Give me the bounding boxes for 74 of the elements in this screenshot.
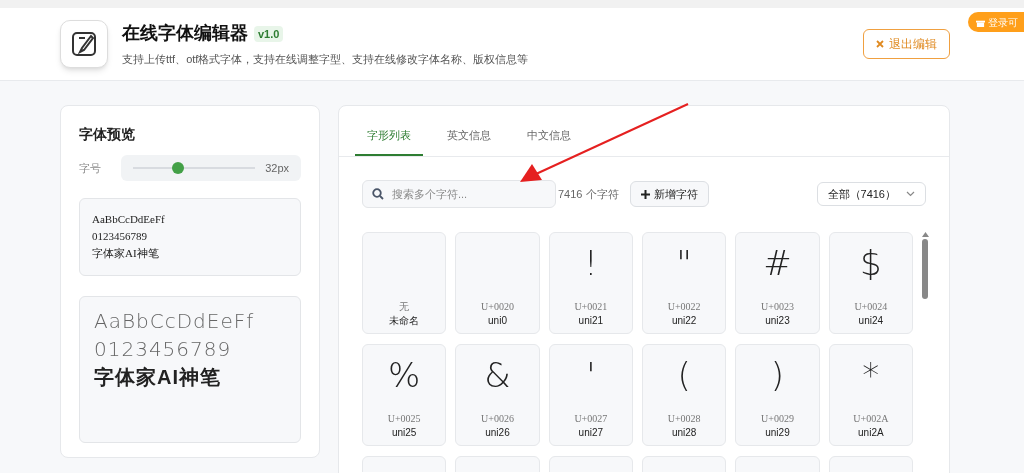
filter-dropdown[interactable]: 全部（7416） (816, 182, 926, 206)
glyph-name: uni22 (671, 314, 697, 328)
glyph-preview: $ (860, 241, 882, 285)
search-icon (372, 188, 384, 200)
glyph-name: uni21 (578, 314, 604, 328)
close-icon (876, 40, 884, 48)
glyph-card[interactable]: " U+0022 uni22 (642, 232, 727, 334)
glyph-name: uni26 (485, 426, 510, 440)
glyph-name: uni25 (391, 426, 417, 440)
glyph-name: uni29 (765, 426, 790, 440)
glyph-preview: ' (586, 353, 596, 397)
tab[interactable]: 英文信息 (435, 116, 503, 156)
plus-icon (640, 189, 650, 199)
glyph-card[interactable]: & U+0026 uni26 (455, 344, 540, 446)
glyph-card[interactable]: 无 未命名 (362, 232, 447, 334)
glyph-preview: % (388, 353, 421, 397)
size-value: 32px (265, 160, 289, 176)
preview-text-line: AaBbCcDdEeFf (94, 308, 256, 335)
app-subtitle: 支持上传ttf、otf格式字体，支持在线调整字型、支持在线修改字体名称、版权信息等 (122, 52, 529, 68)
glyph-code: U+0020 (481, 301, 514, 313)
version-badge: v1.0 (254, 25, 284, 42)
add-glyph-button[interactable]: 新增字符 (629, 181, 709, 207)
size-label: 字号 (79, 160, 102, 176)
glyph-code: U+0028 (667, 413, 701, 425)
glyph-preview: * (862, 353, 880, 397)
glyph-name: uni28 (671, 426, 697, 440)
glyph-preview: ! (584, 241, 598, 285)
glyph-card[interactable]: ' U+0027 uni27 (548, 344, 633, 446)
glyph-preview: ) (770, 353, 785, 397)
tab[interactable]: 字形列表 (355, 116, 423, 156)
preview-text-input[interactable]: AaBbCcDdEeFf 0123456789 字体家AI神笔 (79, 198, 301, 276)
glyph-code: U+002A (853, 413, 889, 425)
scroll-up-icon (921, 232, 929, 237)
glyph-code: U+0027 (574, 413, 608, 425)
glyph-card[interactable]: U+0020 uni0 (455, 232, 540, 334)
preview-title: 字体预览 (79, 125, 136, 144)
glyph-card[interactable]: ) U+0029 uni29 (735, 344, 820, 446)
glyph-code: U+0026 (481, 413, 514, 425)
glyph-card[interactable]: # U+0023 uni23 (735, 232, 820, 334)
glyph-name: 未命名 (389, 314, 420, 328)
input-text-line: AaBbCcDdEeFf (92, 212, 166, 227)
glyph-preview: " (676, 241, 692, 285)
app-logo-icon (60, 20, 108, 68)
glyph-code: U+0029 (761, 413, 794, 425)
glyph-preview: # (763, 241, 792, 285)
glyph-code: U+0025 (387, 413, 421, 425)
glyph-card[interactable]: $ U+0024 uni24 (828, 232, 913, 334)
preview-text-line: 字体家AI神笔 (94, 365, 222, 390)
glyph-name: uni2A (858, 426, 884, 440)
slider-thumb[interactable] (171, 162, 184, 174)
glyph-preview: ( (677, 353, 691, 397)
glyph-code: U+0022 (667, 301, 701, 313)
glyph-name: uni27 (578, 426, 604, 440)
input-text-line: 0123456789 (92, 229, 148, 244)
glyph-card[interactable]: ( U+0028 uni28 (642, 344, 727, 446)
app-title: 在线字体编辑器 (122, 22, 248, 46)
glyph-card[interactable]: * U+002A uni2A (828, 344, 913, 446)
glyph-code: U+0024 (854, 301, 888, 313)
glyph-count: 7416 个字符 (558, 186, 619, 202)
glyph-name: uni23 (765, 314, 790, 328)
glyph-code: U+0021 (574, 301, 608, 313)
tab[interactable]: 中文信息 (515, 116, 583, 156)
glyph-code: U+0023 (761, 301, 794, 313)
glyph-card[interactable]: % U+0025 uni25 (362, 344, 447, 446)
glyph-name: uni24 (858, 314, 884, 328)
chevron-down-icon (906, 191, 915, 197)
glyph-code: 无 (399, 301, 410, 313)
preview-text-line: 0123456789 (94, 336, 233, 363)
input-text-line: 字体家AI神笔 (92, 246, 160, 261)
search-field[interactable]: 搜索多个字符... (362, 180, 556, 208)
size-slider[interactable] (133, 162, 256, 174)
glyph-preview: & (484, 353, 511, 397)
glyph-card[interactable]: ! U+0021 uni21 (548, 232, 633, 334)
glyph-name: uni0 (488, 314, 507, 328)
